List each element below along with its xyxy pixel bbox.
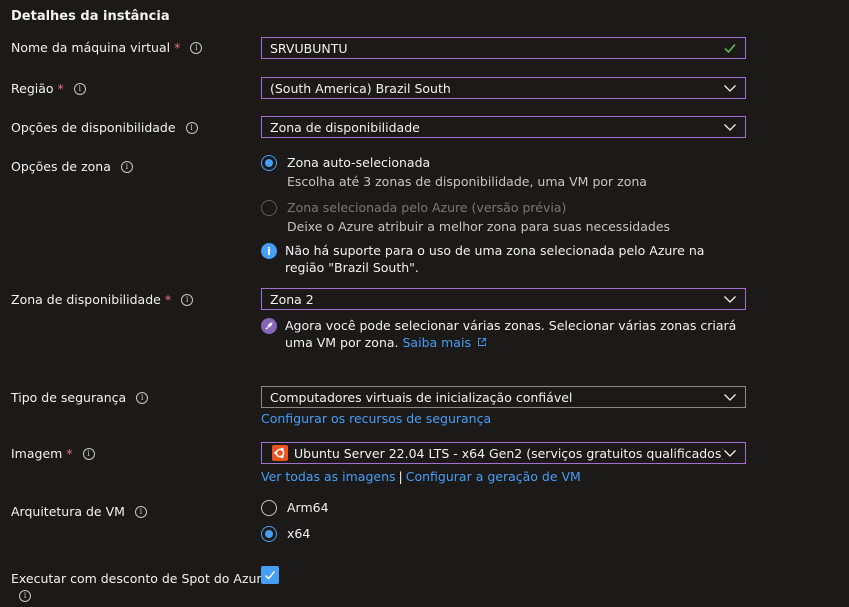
vm-name-input[interactable]: SRVUBUNTU (261, 37, 746, 59)
arch-x64-radio[interactable]: x64 (261, 526, 310, 542)
zone-auto-title: Zona auto-selecionada (287, 155, 431, 170)
info-icon[interactable]: i (82, 447, 95, 460)
security-type-select[interactable]: Computadores virtuais de inicialização c… (261, 386, 746, 408)
image-label-text: Imagem (11, 446, 63, 461)
chevron-down-icon (724, 85, 736, 92)
spot-checkbox[interactable] (261, 566, 279, 584)
info-icon[interactable]: i (134, 505, 147, 518)
spot-label: Executar com desconto de Spot do Azure (11, 571, 269, 586)
security-type-label: Tipo de segurança i (11, 390, 149, 405)
zone-auto-desc: Escolha até 3 zonas de disponibilidade, … (287, 174, 647, 189)
configure-security-link[interactable]: Configurar os recursos de segurança (261, 411, 491, 426)
see-all-images-link[interactable]: Ver todas as imagens (261, 469, 396, 484)
region-label-text: Região (11, 81, 54, 96)
region-value: (South America) Brazil South (270, 80, 451, 96)
chevron-down-icon (724, 450, 736, 457)
chevron-down-icon (724, 394, 736, 401)
valid-check-icon (724, 44, 736, 54)
info-icon[interactable]: i (185, 121, 198, 134)
availability-zone-select[interactable]: Zona 2 (261, 288, 746, 310)
learn-more-link[interactable]: Saiba mais (403, 335, 471, 350)
required-mark: * (174, 40, 181, 55)
radio-disabled-icon (261, 200, 277, 216)
security-type-label-text: Tipo de segurança (11, 390, 127, 405)
section-title: Detalhes da instância (11, 9, 170, 24)
radio-unselected-icon[interactable] (261, 500, 277, 516)
zone-azure-radio: Zona selecionada pelo Azure (versão prév… (261, 200, 670, 234)
region-select[interactable]: (South America) Brazil South (261, 77, 746, 99)
chevron-down-icon (724, 124, 736, 131)
info-filled-icon: i (261, 243, 277, 259)
link-separator: | (398, 469, 403, 484)
multi-zone-note-body: Agora você pode selecionar várias zonas.… (285, 317, 741, 351)
availability-options-select[interactable]: Zona de disponibilidade (261, 116, 746, 138)
ubuntu-icon (272, 445, 288, 461)
arch-x64-label: x64 (287, 526, 311, 541)
image-value: Ubuntu Server 22.04 LTS - x64 Gen2 (serv… (294, 445, 723, 461)
configure-vm-generation-link[interactable]: Configurar a geração de VM (406, 469, 581, 484)
vm-architecture-label: Arquitetura de VM i (11, 504, 147, 519)
radio-selected-icon[interactable] (261, 526, 277, 542)
info-icon[interactable]: i (73, 82, 86, 95)
zone-options-label: Opções de zona i (11, 159, 133, 174)
region-label: Região * i (11, 81, 86, 96)
zone-azure-desc: Deixe o Azure atribuir a melhor zona par… (287, 219, 671, 234)
zone-info-text: Não há suporte para o uso de uma zona se… (285, 243, 705, 275)
zone-auto-radio[interactable]: Zona auto-selecionada Escolha até 3 zona… (261, 155, 647, 189)
availability-zone-value: Zona 2 (270, 291, 314, 307)
arch-arm64-radio[interactable]: Arm64 (261, 500, 329, 516)
availability-zone-label: Zona de disponibilidade * i (11, 292, 194, 307)
image-label: Imagem * i (11, 446, 95, 461)
zone-azure-title: Zona selecionada pelo Azure (versão prév… (287, 200, 567, 215)
vm-name-label: Nome da máquina virtual * i (11, 40, 203, 55)
external-link-icon (478, 338, 486, 346)
rocket-icon (261, 318, 277, 334)
zone-info-note: i Não há suporte para o uso de uma zona … (261, 242, 736, 276)
info-icon[interactable]: i (19, 590, 31, 602)
required-mark: * (66, 446, 73, 461)
info-icon[interactable]: i (120, 160, 133, 173)
security-links: Configurar os recursos de segurança (261, 411, 491, 426)
info-icon[interactable]: i (181, 293, 194, 306)
vm-name-label-text: Nome da máquina virtual (11, 40, 171, 55)
required-mark: * (57, 81, 64, 96)
image-links: Ver todas as imagens | Configurar a geraçã… (261, 469, 581, 484)
info-icon[interactable]: i (136, 391, 149, 404)
availability-zone-label-text: Zona de disponibilidade (11, 292, 161, 307)
required-mark: * (164, 292, 172, 307)
spot-label-text: Executar com desconto de Spot do Azure (11, 571, 269, 586)
chevron-down-icon (724, 296, 736, 303)
zone-options-label-text: Opções de zona (11, 159, 111, 174)
checkmark-icon (264, 571, 276, 580)
radio-selected-icon[interactable] (261, 155, 277, 171)
vm-architecture-label-text: Arquitetura de VM (11, 504, 125, 519)
availability-options-value: Zona de disponibilidade (270, 119, 420, 135)
info-icon[interactable]: i (190, 41, 203, 54)
multi-zone-note: Agora você pode selecionar várias zonas.… (261, 317, 741, 351)
security-type-value: Computadores virtuais de inicialização c… (270, 389, 573, 405)
availability-options-label: Opções de disponibilidade i (11, 120, 198, 135)
image-select[interactable]: Ubuntu Server 22.04 LTS - x64 Gen2 (serv… (261, 442, 746, 464)
arch-arm64-label: Arm64 (287, 500, 329, 515)
multi-zone-note-text: Agora você pode selecionar várias zonas.… (285, 318, 737, 350)
availability-options-label-text: Opções de disponibilidade (11, 120, 176, 135)
vm-name-value: SRVUBUNTU (270, 40, 348, 56)
